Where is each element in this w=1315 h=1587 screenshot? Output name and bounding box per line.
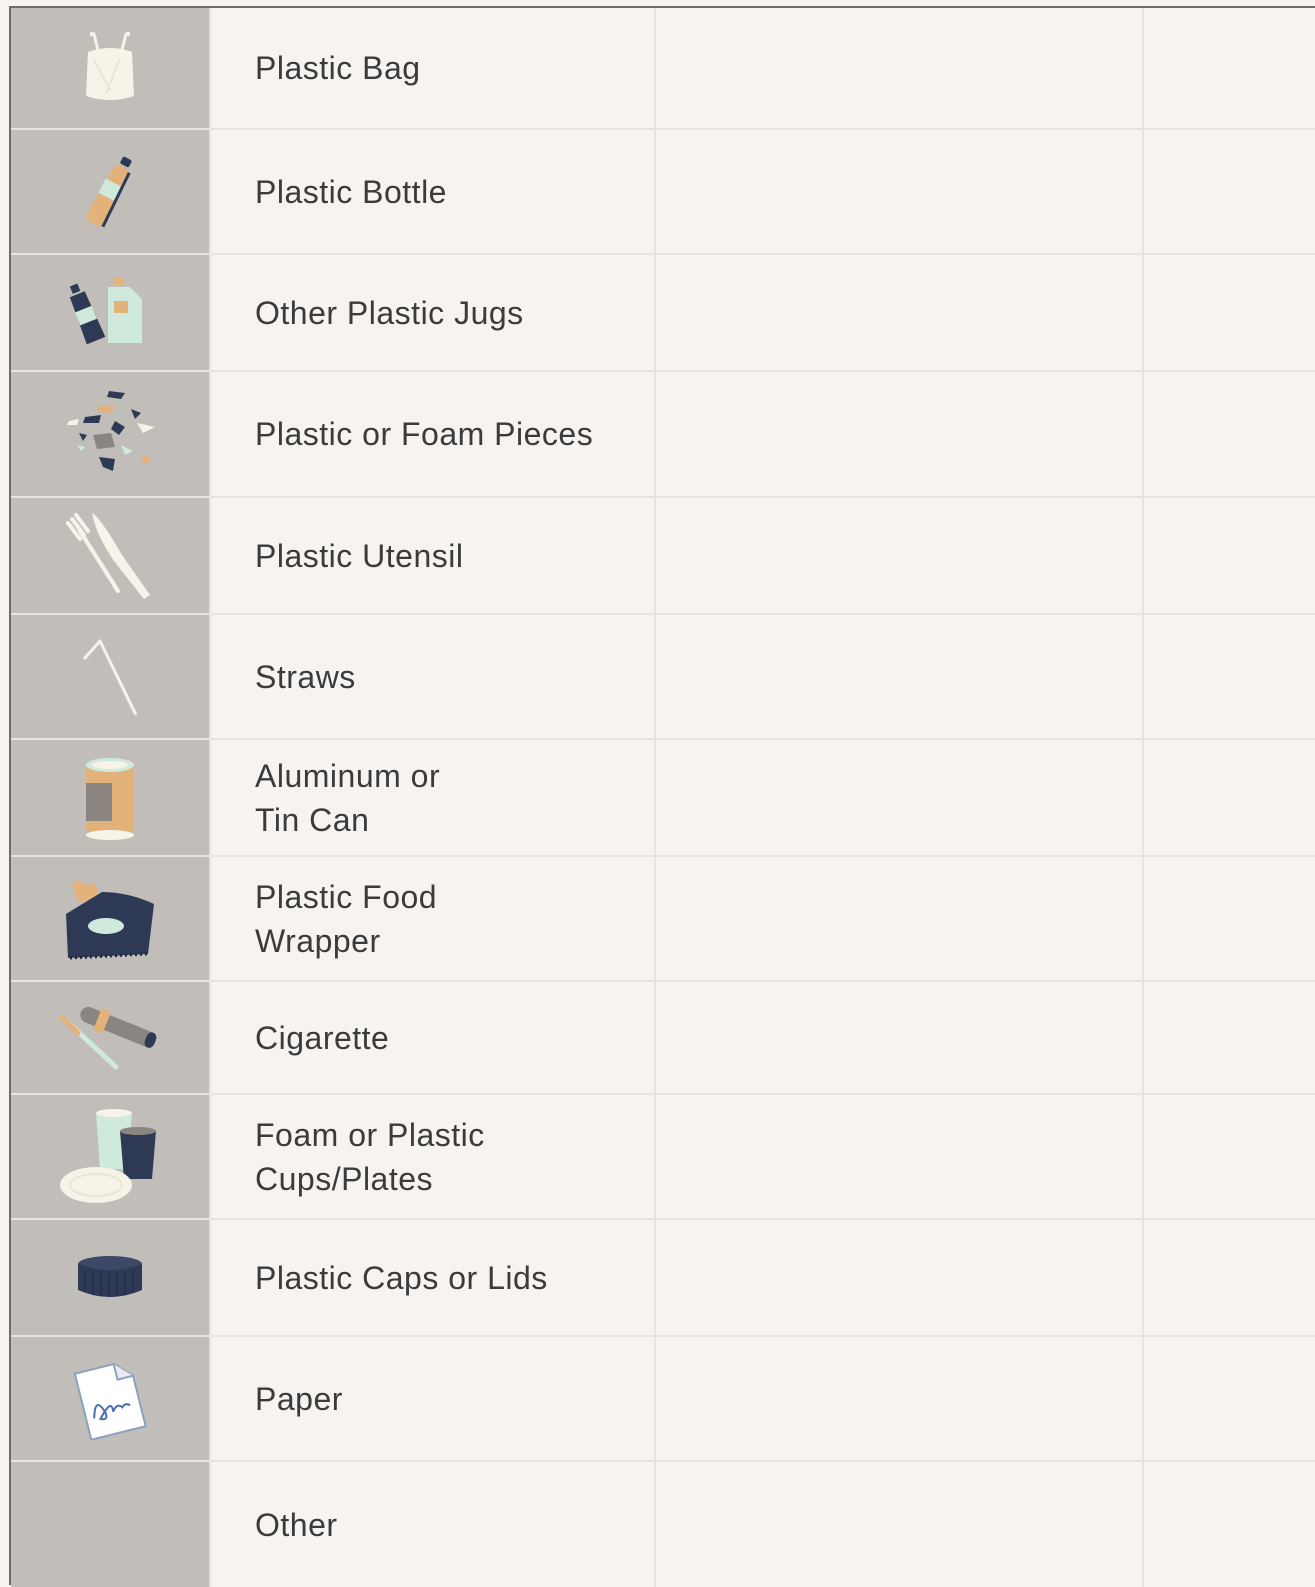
item-label: Other bbox=[255, 1506, 338, 1543]
item-label: Plastic or Foam Pieces bbox=[255, 416, 594, 452]
tally-cell[interactable] bbox=[656, 498, 1144, 613]
item-label: Cigarette bbox=[255, 1019, 390, 1056]
icon-cell bbox=[11, 1337, 211, 1460]
item-label: Plastic Bag bbox=[255, 50, 421, 86]
total-cell[interactable] bbox=[1144, 1462, 1315, 1587]
plastic-bag-icon bbox=[80, 30, 140, 106]
table-row: Plastic Utensil bbox=[11, 498, 1315, 615]
icon-cell bbox=[11, 982, 211, 1093]
item-label-cell: Aluminum or Tin Can bbox=[211, 740, 656, 855]
total-cell[interactable] bbox=[1144, 740, 1315, 855]
total-cell[interactable] bbox=[1144, 615, 1315, 738]
cap-icon bbox=[75, 1254, 145, 1302]
total-cell[interactable] bbox=[1144, 372, 1315, 496]
table-row: Straws bbox=[11, 615, 1315, 740]
tally-cell[interactable] bbox=[656, 1462, 1144, 1587]
tally-sheet: Plastic Bag Plastic Bottle Other Plastic… bbox=[9, 6, 1315, 1587]
item-label-cell: Plastic or Foam Pieces bbox=[211, 372, 656, 496]
icon-cell bbox=[11, 372, 211, 496]
tally-cell[interactable] bbox=[656, 740, 1144, 855]
item-label-cell: Foam or Plastic Cups/Plates bbox=[211, 1095, 656, 1218]
table-row: Paper bbox=[11, 1337, 1315, 1462]
item-label-cell: Cigarette bbox=[211, 982, 656, 1093]
item-label: Paper bbox=[255, 1380, 343, 1417]
total-cell[interactable] bbox=[1144, 498, 1315, 613]
table-row: Foam or Plastic Cups/Plates bbox=[11, 1095, 1315, 1220]
item-label-cell: Other bbox=[211, 1462, 656, 1587]
table-row: Aluminum or Tin Can bbox=[11, 740, 1315, 857]
table-row: Plastic Bottle bbox=[11, 130, 1315, 255]
item-label-cell: Plastic Bag bbox=[211, 8, 656, 128]
table-row: Cigarette bbox=[11, 982, 1315, 1095]
straw-icon bbox=[80, 635, 140, 719]
tally-cell[interactable] bbox=[656, 255, 1144, 370]
icon-cell bbox=[11, 615, 211, 738]
icon-cell bbox=[11, 1095, 211, 1218]
total-cell[interactable] bbox=[1144, 255, 1315, 370]
tally-cell[interactable] bbox=[656, 372, 1144, 496]
cigarette-icon bbox=[58, 1003, 162, 1073]
total-cell[interactable] bbox=[1144, 8, 1315, 128]
cups-plates-icon bbox=[58, 1108, 162, 1205]
plastic-jugs-icon bbox=[68, 275, 152, 351]
table-row: Plastic Bag bbox=[11, 8, 1315, 130]
item-label-cell: Other Plastic Jugs bbox=[211, 255, 656, 370]
icon-cell bbox=[11, 498, 211, 613]
total-cell[interactable] bbox=[1144, 1095, 1315, 1218]
item-label-cell: Paper bbox=[211, 1337, 656, 1460]
icon-cell bbox=[11, 857, 211, 980]
item-label-cell: Plastic Caps or Lids bbox=[211, 1220, 656, 1335]
tally-cell[interactable] bbox=[656, 130, 1144, 253]
item-label: Plastic Utensil bbox=[255, 537, 464, 574]
can-icon bbox=[82, 755, 138, 841]
item-label-cell: Plastic Food Wrapper bbox=[211, 857, 656, 980]
item-label: Other Plastic Jugs bbox=[255, 294, 524, 331]
item-label-cell: Plastic Utensil bbox=[211, 498, 656, 613]
table-row: Other bbox=[11, 1462, 1315, 1587]
total-cell[interactable] bbox=[1144, 130, 1315, 253]
item-label: Foam or Plastic Cups/Plates bbox=[255, 1116, 485, 1197]
icon-cell bbox=[11, 8, 211, 128]
total-cell[interactable] bbox=[1144, 1220, 1315, 1335]
item-label: Plastic Food Wrapper bbox=[255, 878, 438, 959]
icon-cell bbox=[11, 740, 211, 855]
food-wrapper-icon bbox=[62, 874, 158, 964]
table-row: Plastic Food Wrapper bbox=[11, 857, 1315, 982]
tally-cell[interactable] bbox=[656, 1337, 1144, 1460]
tally-cell[interactable] bbox=[656, 8, 1144, 128]
tally-cell[interactable] bbox=[656, 615, 1144, 738]
item-label-cell: Straws bbox=[211, 615, 656, 738]
paper-icon bbox=[72, 1358, 148, 1440]
item-label: Aluminum or Tin Can bbox=[255, 757, 441, 838]
tally-cell[interactable] bbox=[656, 1095, 1144, 1218]
item-label-cell: Plastic Bottle bbox=[211, 130, 656, 253]
item-label: Plastic Bottle bbox=[255, 173, 447, 210]
icon-cell bbox=[11, 255, 211, 370]
table-row: Plastic or Foam Pieces bbox=[11, 372, 1315, 498]
tally-cell[interactable] bbox=[656, 982, 1144, 1093]
plastic-bottle-icon bbox=[80, 152, 140, 232]
item-label: Straws bbox=[255, 658, 356, 695]
icon-cell bbox=[11, 130, 211, 253]
total-cell[interactable] bbox=[1144, 857, 1315, 980]
foam-pieces-icon bbox=[63, 389, 157, 479]
item-label: Plastic Caps or Lids bbox=[255, 1259, 548, 1296]
total-cell[interactable] bbox=[1144, 982, 1315, 1093]
icon-cell bbox=[11, 1462, 211, 1587]
utensil-icon bbox=[62, 511, 158, 601]
icon-cell bbox=[11, 1220, 211, 1335]
table-row: Plastic Caps or Lids bbox=[11, 1220, 1315, 1337]
tally-cell[interactable] bbox=[656, 857, 1144, 980]
tally-cell[interactable] bbox=[656, 1220, 1144, 1335]
total-cell[interactable] bbox=[1144, 1337, 1315, 1460]
table-row: Other Plastic Jugs bbox=[11, 255, 1315, 372]
